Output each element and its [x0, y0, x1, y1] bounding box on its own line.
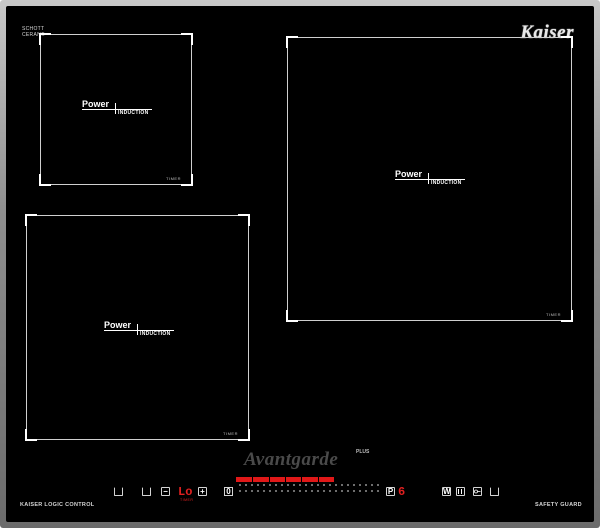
power-text: Power — [104, 320, 132, 330]
zone-corner — [561, 310, 573, 322]
timer-minus-button[interactable]: − — [161, 487, 170, 496]
bar-separator — [318, 477, 319, 482]
pause-icon[interactable] — [456, 487, 465, 496]
logic-control-label: KAISER LOGIC CONTROL — [20, 502, 95, 508]
power-slider-top[interactable] — [237, 484, 383, 486]
bar-separator — [301, 477, 302, 482]
power-induction-logo: Power INDUCTION — [395, 169, 485, 187]
cooking-zone-top-left[interactable]: Power INDUCTION TIMER — [39, 33, 193, 186]
keep-warm-key[interactable]: W — [442, 487, 451, 496]
zone-corner — [238, 429, 250, 441]
timer-label: TIMER — [180, 498, 194, 502]
pause-icon-svg — [458, 489, 462, 494]
induction-text: INDUCTION — [431, 180, 462, 186]
cooktop-frame: SCHOTT CERAN® Kaiser Power INDUCTION TIM… — [0, 0, 600, 528]
zone-timer-label: TIMER — [223, 431, 238, 436]
bar-separator — [269, 477, 270, 482]
zone-corner — [286, 310, 298, 322]
zone-corner — [286, 36, 298, 48]
boost-p-key[interactable]: P — [386, 487, 395, 496]
cooktop-glass: SCHOTT CERAN® Kaiser Power INDUCTION TIM… — [6, 6, 594, 522]
zone-select-key-2[interactable] — [142, 487, 151, 496]
zone-corner — [238, 214, 250, 226]
power-slider-bottom[interactable] — [237, 490, 383, 492]
timer-display: Lo — [178, 485, 193, 499]
power-level-display: 6 — [398, 485, 406, 499]
lock-icon-svg — [474, 489, 481, 494]
timer-plus-button[interactable]: + — [198, 487, 207, 496]
power-text: Power — [395, 169, 423, 179]
zone-corner — [39, 174, 51, 186]
power-level-indicator-bar — [236, 477, 334, 482]
zone-corner — [181, 33, 193, 45]
logo-bar — [428, 173, 429, 184]
power-induction-logo: Power INDUCTION — [82, 99, 172, 117]
induction-text: INDUCTION — [140, 331, 171, 337]
logo-bar — [137, 324, 138, 335]
zone-corner — [25, 429, 37, 441]
lock-icon[interactable] — [473, 487, 482, 496]
safety-guard-label: SAFETY GUARD — [535, 502, 582, 508]
cooking-zone-right[interactable]: Power INDUCTION TIMER — [286, 36, 573, 322]
logo-bar — [115, 103, 116, 114]
cooking-zone-bottom-left[interactable]: Power INDUCTION TIMER — [25, 214, 250, 441]
zone-corner — [181, 174, 193, 186]
avantgarde-plus: PLUS — [356, 449, 370, 455]
slider-zero-key[interactable]: 0 — [224, 487, 233, 496]
zone-corner — [561, 36, 573, 48]
zone-corner — [39, 33, 51, 45]
zone-select-key-1[interactable] — [114, 487, 123, 496]
power-induction-logo: Power INDUCTION — [104, 320, 194, 338]
power-on-off-key[interactable] — [490, 487, 499, 496]
avantgarde-logo: Avantgarde — [244, 449, 339, 470]
zone-corner — [25, 214, 37, 226]
zone-timer-label: TIMER — [546, 312, 561, 317]
power-text: Power — [82, 99, 110, 109]
induction-text: INDUCTION — [118, 110, 149, 116]
zone-timer-label: TIMER — [166, 176, 181, 181]
bar-separator — [252, 477, 253, 482]
bar-separator — [285, 477, 286, 482]
